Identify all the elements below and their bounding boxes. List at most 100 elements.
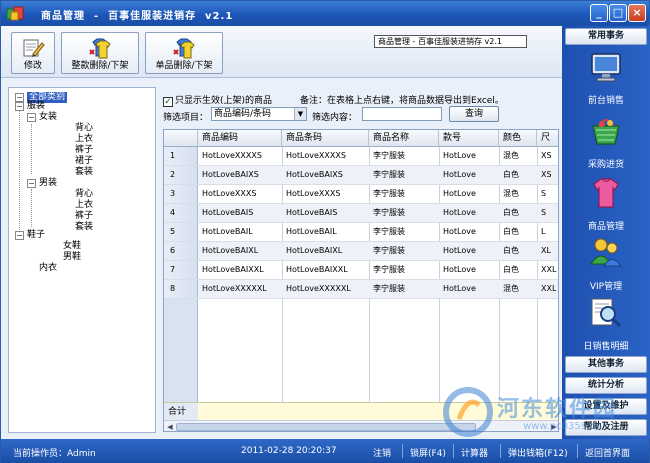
tree-node[interactable]: 背心: [75, 189, 93, 200]
table-cell[interactable]: HotLoveBAIS: [198, 204, 282, 222]
table-row[interactable]: 1 HotLoveXXXXS HotLoveXXXXS 李宁服装 HotLove 混色 XS: [164, 147, 558, 166]
column-header[interactable]: 颜色: [499, 130, 537, 147]
only-active-filter[interactable]: ✓ 只显示生效(上架)的商品: [163, 93, 272, 107]
tree-node[interactable]: 服装: [27, 101, 45, 112]
sidebar-item-vip[interactable]: VIP管理: [566, 236, 646, 294]
table-cell[interactable]: HotLove: [439, 223, 499, 241]
table-cell[interactable]: 白色: [499, 242, 537, 260]
table-cell[interactable]: S: [537, 185, 558, 203]
table-cell[interactable]: 李宁服装: [369, 204, 439, 222]
tree-node[interactable]: 鞋子: [27, 230, 45, 241]
table-cell[interactable]: 混色: [499, 185, 537, 203]
home-link[interactable]: 返回首界面: [585, 446, 630, 459]
table-cell[interactable]: 白色: [499, 204, 537, 222]
table-cell[interactable]: HotLoveBAIXS: [198, 166, 282, 184]
table-cell[interactable]: L: [537, 223, 558, 241]
table-cell[interactable]: HotLoveBAIS: [282, 204, 369, 222]
chevron-down-icon[interactable]: ▼: [294, 108, 306, 120]
category-tree[interactable]: − 全部类别 − − − − 服装 女装 背心 上衣 裤子 裙子 套装 男装 背…: [8, 87, 156, 433]
table-cell[interactable]: HotLove: [439, 280, 499, 298]
table-cell[interactable]: HotLove: [439, 166, 499, 184]
table-cell[interactable]: HotLoveBAIXL: [198, 242, 282, 260]
table-row[interactable]: 7 HotLoveBAIXXL HotLoveBAIXXL 李宁服装 HotLove 白色…: [164, 261, 558, 280]
scroll-thumb[interactable]: [176, 423, 476, 431]
tree-node[interactable]: 裤子: [75, 145, 93, 156]
tree-node[interactable]: 女鞋: [63, 241, 81, 252]
other-tasks-tab[interactable]: 其他事务: [565, 356, 647, 373]
table-cell[interactable]: HotLoveBAIXXL: [282, 261, 369, 279]
table-cell[interactable]: HotLoveBAIXL: [282, 242, 369, 260]
tree-collapse-icon[interactable]: −: [15, 93, 24, 102]
table-cell[interactable]: XL: [537, 242, 558, 260]
tree-collapse-icon[interactable]: −: [27, 179, 36, 188]
table-cell[interactable]: HotLoveXXXS: [282, 185, 369, 203]
column-header[interactable]: 尺: [537, 130, 558, 147]
table-cell[interactable]: XXL: [537, 280, 558, 298]
table-cell[interactable]: HotLove: [439, 204, 499, 222]
tree-node[interactable]: 套装: [75, 222, 93, 233]
table-cell[interactable]: HotLoveXXXXXL: [282, 280, 369, 298]
calculator-link[interactable]: 计算器: [461, 446, 488, 459]
table-cell[interactable]: XS: [537, 166, 558, 184]
logout-link[interactable]: 注销: [373, 446, 391, 459]
table-row[interactable]: 4 HotLoveBAIS HotLoveBAIS 李宁服装 HotLove 白色 S: [164, 204, 558, 223]
tree-node[interactable]: 内衣: [39, 263, 57, 274]
column-header[interactable]: 商品名称: [369, 130, 439, 147]
table-row[interactable]: 6 HotLoveBAIXL HotLoveBAIXL 李宁服装 HotLove 白色 XL: [164, 242, 558, 261]
modify-button[interactable]: 修改: [11, 32, 55, 74]
column-header[interactable]: 商品编码: [198, 130, 282, 147]
scroll-left-icon[interactable]: ◀: [165, 422, 175, 431]
table-cell[interactable]: HotLove: [439, 147, 499, 165]
tree-node[interactable]: 背心: [75, 123, 93, 134]
tree-node[interactable]: 裙子: [75, 156, 93, 167]
column-header[interactable]: 款号: [439, 130, 499, 147]
table-cell[interactable]: 李宁服装: [369, 242, 439, 260]
sidebar-item-purchase[interactable]: 采购进货: [566, 114, 646, 172]
table-cell[interactable]: S: [537, 204, 558, 222]
sidebar-item-pos[interactable]: 前台销售: [566, 50, 646, 108]
settings-tab[interactable]: 设置及维护: [565, 398, 647, 415]
table-cell[interactable]: 白色: [499, 166, 537, 184]
bulk-delete-button[interactable]: 整款删除/下架: [61, 32, 139, 74]
table-cell[interactable]: 混色: [499, 147, 537, 165]
sidebar-item-products[interactable]: 商品管理: [566, 176, 646, 234]
table-cell[interactable]: 白色: [499, 261, 537, 279]
table-row[interactable]: 2 HotLoveBAIXS HotLoveBAIXS 李宁服装 HotLove 白色 XS: [164, 166, 558, 185]
close-button[interactable]: ×: [628, 4, 646, 22]
filter-content-input[interactable]: [362, 107, 442, 121]
common-tasks-tab[interactable]: 常用事务: [565, 28, 647, 45]
cash-drawer-link[interactable]: 弹出钱箱(F12): [508, 446, 568, 459]
table-cell[interactable]: HotLoveXXXXS: [198, 147, 282, 165]
minimize-button[interactable]: _: [590, 4, 608, 22]
table-row[interactable]: 5 HotLoveBAIL HotLoveBAIL 李宁服装 HotLove 白色 L: [164, 223, 558, 242]
table-cell[interactable]: HotLove: [439, 261, 499, 279]
scroll-right-icon[interactable]: ▶: [549, 422, 558, 431]
table-cell[interactable]: HotLoveXXXXXL: [198, 280, 282, 298]
table-cell[interactable]: HotLoveBAIXS: [282, 166, 369, 184]
table-cell[interactable]: 李宁服装: [369, 185, 439, 203]
sidebar-item-daily-sales[interactable]: 日销售明细: [566, 296, 646, 354]
product-grid[interactable]: 商品编码 商品条码 商品名称 款号 颜色 尺 1 HotLoveXXXXS HotL…: [163, 129, 559, 432]
table-cell[interactable]: HotLoveBAIXXL: [198, 261, 282, 279]
table-cell[interactable]: HotLoveXXXS: [198, 185, 282, 203]
tree-node[interactable]: 套装: [75, 167, 93, 178]
table-cell[interactable]: 李宁服装: [369, 261, 439, 279]
tree-node[interactable]: 女装: [39, 112, 57, 123]
stats-tab[interactable]: 统计分析: [565, 377, 647, 394]
tree-node[interactable]: 男装: [39, 178, 57, 189]
table-row[interactable]: 8 HotLoveXXXXXL HotLoveXXXXXL 李宁服装 HotLove 混色…: [164, 280, 558, 299]
tree-node[interactable]: 上衣: [75, 200, 93, 211]
tree-node[interactable]: 上衣: [75, 134, 93, 145]
title-bar[interactable]: 商品管理 - 百事佳服装进销存 v2.1 _ □ ×: [1, 1, 649, 26]
maximize-button[interactable]: □: [609, 4, 627, 22]
help-tab[interactable]: 帮助及注册: [565, 419, 647, 436]
table-cell[interactable]: HotLove: [439, 185, 499, 203]
table-cell[interactable]: HotLove: [439, 242, 499, 260]
query-button[interactable]: 查询: [449, 106, 499, 122]
table-cell[interactable]: HotLoveXXXXS: [282, 147, 369, 165]
tree-collapse-icon[interactable]: −: [27, 113, 36, 122]
column-header[interactable]: 商品条码: [282, 130, 369, 147]
table-cell[interactable]: 白色: [499, 223, 537, 241]
table-row[interactable]: 3 HotLoveXXXS HotLoveXXXS 李宁服装 HotLove 混色 S: [164, 185, 558, 204]
table-cell[interactable]: XXL: [537, 261, 558, 279]
